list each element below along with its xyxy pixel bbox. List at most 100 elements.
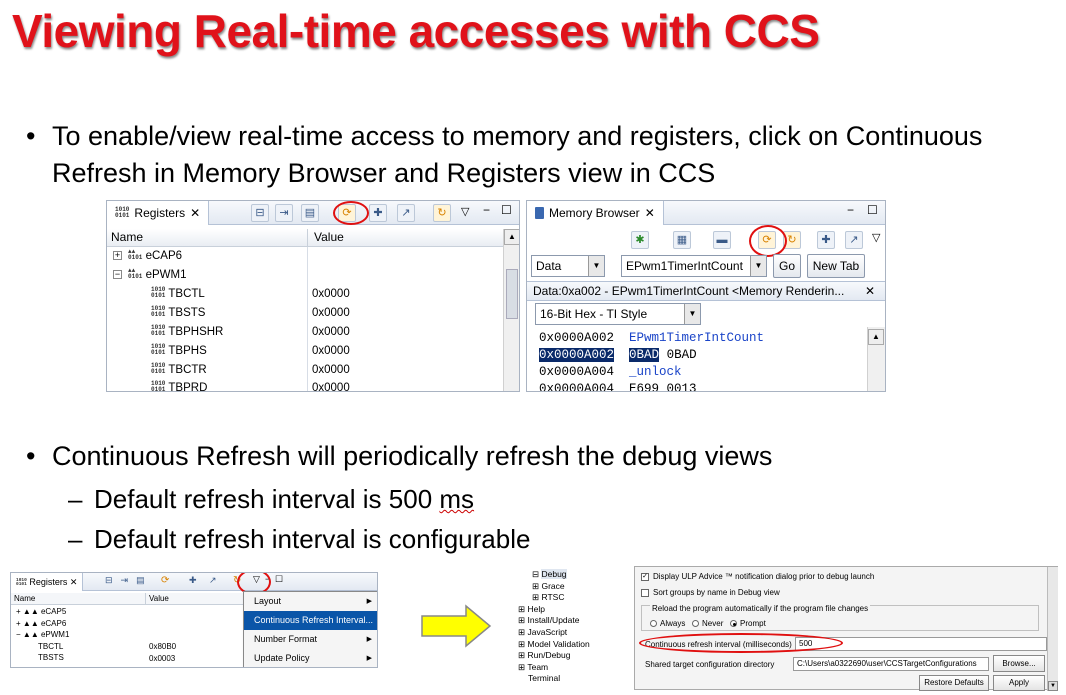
shared-dir-input[interactable]: C:\Users\a0322690\user\CCSTargetConfigur…: [793, 657, 989, 671]
tree-row[interactable]: TBSTS: [16, 652, 69, 664]
restore-defaults-button[interactable]: Restore Defaults: [919, 675, 989, 691]
tree-row[interactable]: 1010 0101 TBCTR: [151, 361, 207, 380]
radio-never[interactable]: [692, 620, 700, 628]
maximize-icon[interactable]: ☐: [501, 203, 512, 217]
row-value[interactable]: 0x0000: [312, 379, 350, 391]
ulp-advice-checkbox[interactable]: ✓ Display ULP Advice ™ notification dialo…: [641, 572, 874, 581]
column-header-value[interactable]: Value: [145, 593, 243, 605]
expand-toggle[interactable]: +: [16, 619, 21, 628]
tree-row[interactable]: 1010 0101 TBCTL: [151, 285, 205, 304]
maximize-icon[interactable]: ☐: [275, 574, 283, 585]
memory-value-selected[interactable]: 0BAD: [629, 348, 660, 362]
minimize-icon[interactable]: −: [483, 203, 490, 217]
pin-icon[interactable]: ↗: [209, 575, 217, 586]
go-button[interactable]: Go: [773, 254, 801, 278]
refresh-icon[interactable]: ↻: [433, 204, 451, 222]
collapse-toggle[interactable]: −: [16, 630, 21, 639]
sort-groups-checkbox[interactable]: Sort groups by name in Debug view: [641, 588, 780, 597]
scroll-up-icon[interactable]: ▲: [504, 229, 519, 245]
row-value[interactable]: 0x0003: [149, 653, 176, 665]
row-value[interactable]: 0x80B0: [149, 641, 176, 653]
continuous-refresh-icon[interactable]: ⟳: [161, 575, 169, 586]
tree-row[interactable]: 1010 0101 TBPHS: [151, 342, 207, 361]
column-header-name[interactable]: Name: [11, 593, 145, 605]
minimize-icon[interactable]: −: [847, 203, 854, 217]
menu-item-number-format[interactable]: Number Format ▶: [244, 630, 377, 649]
memory-value[interactable]: 0BAD: [667, 348, 697, 362]
close-icon[interactable]: ✕: [190, 206, 200, 220]
memory-browser-tab[interactable]: Memory Browser ✕: [527, 201, 664, 225]
address-input[interactable]: EPwm1TimerIntCount ▼: [621, 255, 767, 277]
connect-icon[interactable]: ✱: [631, 231, 649, 249]
scrollbar[interactable]: ▼: [1047, 567, 1058, 691]
new-view-icon[interactable]: ✚: [189, 575, 197, 586]
registers-tab[interactable]: 1010 0101 Registers ✕: [11, 573, 84, 591]
view-menu-icon[interactable]: ▽: [461, 205, 469, 218]
collapse-all-icon[interactable]: ⊟: [251, 204, 269, 222]
toolbar-icons[interactable]: ⊟⇥▤: [105, 575, 153, 586]
layout-icon[interactable]: ▤: [301, 204, 319, 222]
memory-line[interactable]: 0x0000A004 E699 0013: [539, 381, 764, 391]
tree-row[interactable]: − ▲▲ ePWM1: [16, 629, 69, 641]
view-menu-icon[interactable]: ▽: [872, 231, 880, 244]
collapse-toggle[interactable]: −: [113, 270, 122, 280]
new-view-icon[interactable]: ✚: [369, 204, 387, 222]
tree-item-help[interactable]: ⊞ Help: [518, 604, 590, 616]
tree-row[interactable]: + ▲▲ eCAP5: [16, 606, 69, 618]
row-value[interactable]: 0x0000: [312, 361, 350, 380]
expand-toggle[interactable]: +: [113, 251, 122, 261]
tree-row[interactable]: − ▲▲ 0101 ePWM1: [113, 266, 187, 285]
tree-item-debug[interactable]: ⊟ Debug: [518, 569, 590, 581]
pin-icon[interactable]: ↗: [397, 204, 415, 222]
rendering-tab[interactable]: Data:0xa002 - EPwm1TimerIntCount <Memory…: [527, 281, 885, 301]
memory-space-select[interactable]: Data ▼: [531, 255, 605, 277]
menu-item-layout[interactable]: Layout ▶: [244, 592, 377, 611]
memory-line[interactable]: 0x0000A004 _unlock: [539, 364, 764, 381]
checkbox-checked[interactable]: ✓: [641, 572, 649, 581]
registers-tab[interactable]: 1010 0101 Registers ✕: [107, 201, 210, 225]
save-memory-icon[interactable]: ▦: [673, 231, 691, 249]
tree-row[interactable]: TBCTL: [16, 641, 69, 653]
expand-icon[interactable]: ⇥: [275, 204, 293, 222]
column-header-value[interactable]: Value: [307, 229, 503, 247]
tree-row[interactable]: 1010 0101 TBPHSHR: [151, 323, 223, 342]
tree-row[interactable]: 1010 0101 TBSTS: [151, 304, 205, 323]
tree-item-team[interactable]: ⊞ Team: [518, 662, 590, 674]
pin-icon[interactable]: ↗: [845, 231, 863, 249]
menu-item-update-policy[interactable]: Update Policy ▶: [244, 649, 377, 667]
row-value[interactable]: 0x0000: [312, 285, 350, 304]
new-tab-button[interactable]: New Tab: [807, 254, 865, 278]
tree-row[interactable]: 1010 0101 TBPRD: [151, 379, 207, 392]
tree-item-model-validation[interactable]: ⊞ Model Validation: [518, 639, 590, 651]
browse-button[interactable]: Browse...: [993, 655, 1045, 672]
tree-item-grace[interactable]: ⊞ Grace: [518, 581, 590, 593]
memory-line[interactable]: 0x0000A002 0BAD 0BAD: [539, 347, 764, 364]
close-icon[interactable]: ✕: [645, 206, 655, 220]
row-value[interactable]: 0x0000: [312, 342, 350, 361]
tree-item-terminal[interactable]: Terminal: [518, 673, 590, 685]
expand-toggle[interactable]: +: [16, 607, 21, 616]
tree-row[interactable]: + ▲▲ eCAP6: [16, 618, 69, 630]
scrollbar[interactable]: ▲: [503, 229, 519, 391]
close-icon[interactable]: ✕: [70, 577, 78, 587]
close-icon[interactable]: ✕: [865, 282, 875, 301]
new-view-icon[interactable]: ✚: [817, 231, 835, 249]
scroll-up-icon[interactable]: ▲: [868, 329, 884, 345]
memory-line[interactable]: 0x0000A002 EPwm1TimerIntCount: [539, 330, 764, 347]
memory-value[interactable]: E699 0013: [629, 382, 697, 391]
tree-row[interactable]: + ▲▲ 0101 eCAP6: [113, 247, 182, 266]
tree-item-javascript[interactable]: ⊞ JavaScript: [518, 627, 590, 639]
format-select[interactable]: 16-Bit Hex - TI Style ▼: [535, 303, 701, 325]
row-value[interactable]: 0x0000: [312, 323, 350, 342]
tree-item-rtsc[interactable]: ⊞ RTSC: [518, 592, 590, 604]
row-value[interactable]: 0x0000: [312, 304, 350, 323]
radio-always[interactable]: [650, 620, 657, 628]
scroll-thumb[interactable]: [506, 269, 518, 319]
apply-button[interactable]: Apply: [993, 675, 1045, 691]
memory-map-icon[interactable]: ▬: [713, 231, 731, 249]
tree-item-run-debug[interactable]: ⊞ Run/Debug: [518, 650, 590, 662]
tree-item-install-update[interactable]: ⊞ Install/Update: [518, 615, 590, 627]
checkbox-unchecked[interactable]: [641, 588, 649, 597]
scroll-down-icon[interactable]: ▼: [1048, 681, 1058, 691]
column-header-name[interactable]: Name: [107, 229, 307, 247]
